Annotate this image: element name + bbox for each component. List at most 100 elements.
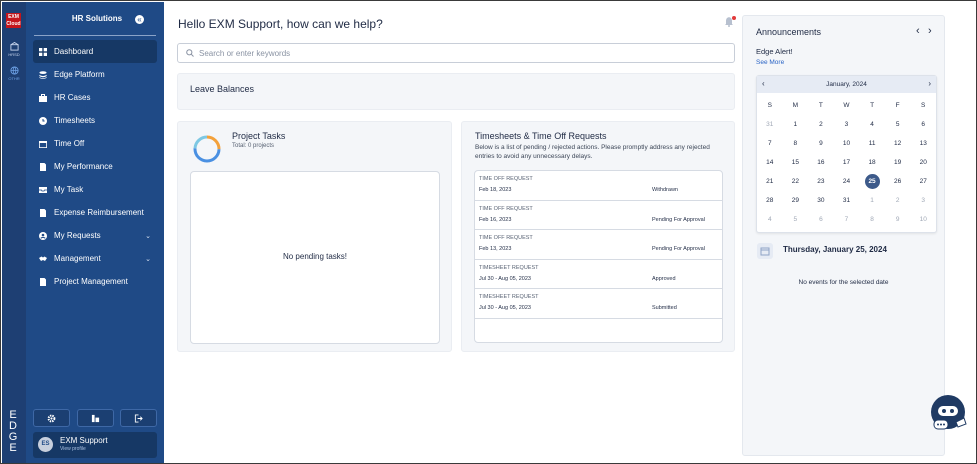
chevron-down-icon[interactable]: ⌄	[145, 255, 151, 263]
calendar-day[interactable]: 31	[757, 115, 783, 134]
weekday-header: M	[792, 102, 799, 109]
calendar-day[interactable]: 7	[757, 134, 783, 153]
collapse-sidebar-button[interactable]: «	[134, 14, 145, 25]
view-profile-link[interactable]: View profile	[60, 446, 86, 452]
chevron-right-icon[interactable]: ›	[928, 25, 932, 37]
sidebar-item-time-off[interactable]: Time Off	[33, 132, 157, 155]
sidebar-item-my-performance[interactable]: My Performance	[33, 155, 157, 178]
sidebar-item-hr-cases[interactable]: HR Cases	[33, 86, 157, 109]
org-chart-button[interactable]	[76, 409, 114, 427]
calendar-day[interactable]: 10	[910, 210, 936, 229]
calendar-day[interactable]: 24	[834, 172, 860, 191]
document-icon	[40, 162, 46, 171]
weekday-header: W	[843, 102, 850, 109]
calendar-day[interactable]: 12	[885, 134, 911, 153]
search-input[interactable]	[199, 46, 719, 60]
day-number: 1	[793, 121, 798, 128]
weekday-header: F	[895, 102, 900, 109]
sidebar-item-management[interactable]: Management ⌄	[33, 247, 157, 270]
calendar-day[interactable]: 20	[910, 153, 936, 172]
sidebar-item-expense-reimbursement[interactable]: Expense Reimbursement	[33, 201, 157, 224]
user-profile[interactable]: ES EXM Support View profile	[33, 432, 157, 458]
day-number: 23	[817, 178, 825, 185]
logout-button[interactable]	[120, 409, 157, 427]
sidebar-item-edge-platform[interactable]: Edge Platform	[33, 63, 157, 86]
request-date: Jul 30 - Aug 05, 2023	[479, 275, 531, 282]
chevron-down-icon[interactable]: ⌄	[145, 232, 151, 240]
request-date: Feb 13, 2023	[479, 246, 512, 252]
rail-item-hrsd[interactable]: HRSD	[2, 42, 26, 57]
list-item[interactable]: TIME OFF REQUEST Feb 16, 2023 Pending Fo…	[475, 201, 722, 230]
calendar-day[interactable]: 2	[885, 191, 911, 210]
calendar-day-selected[interactable]: 25	[859, 172, 885, 191]
calendar-day[interactable]: 27	[910, 172, 936, 191]
see-more-link[interactable]: See More	[756, 59, 784, 66]
globe-icon	[9, 66, 19, 75]
day-number: 17	[842, 159, 851, 166]
list-item[interactable]: TIME OFF REQUEST Feb 13, 2023 Pending Fo…	[475, 230, 722, 260]
announcement-headline: Edge Alert!	[756, 47, 793, 56]
chevron-left-icon[interactable]: ‹	[916, 25, 920, 37]
calendar-day[interactable]: 3	[910, 191, 936, 210]
calendar-day[interactable]: 19	[885, 153, 911, 172]
day-number: 21	[766, 178, 774, 185]
sidebar-item-label: My Requests	[54, 231, 101, 240]
sidebar-item-dashboard[interactable]: Dashboard	[33, 40, 157, 63]
calendar-icon	[39, 140, 47, 148]
calendar-day[interactable]: 2	[808, 115, 834, 134]
calendar-day[interactable]: 29	[783, 191, 809, 210]
calendar-day[interactable]: 18	[859, 153, 885, 172]
chatbot-icon[interactable]	[930, 394, 968, 434]
no-events-message: No events for the selected date	[798, 279, 889, 286]
settings-button[interactable]	[33, 409, 70, 427]
calendar-day[interactable]: 28	[757, 191, 783, 210]
calendar-day[interactable]: 6	[808, 210, 834, 229]
calendar-day[interactable]: 23	[808, 172, 834, 191]
calendar-day[interactable]: 15	[783, 153, 809, 172]
rail-item-othr[interactable]: OTHR	[2, 66, 26, 81]
day-number: 14	[766, 159, 774, 166]
calendar-day[interactable]: 3	[834, 115, 860, 134]
calendar-day[interactable]: 9	[885, 210, 911, 229]
calendar-day[interactable]: 1	[783, 115, 809, 134]
sidebar-item-my-task[interactable]: My Task	[33, 178, 157, 201]
list-item[interactable]: TIMESHEET REQUEST Jul 30 - Aug 05, 2023 …	[475, 289, 722, 319]
calendar-day[interactable]: 30	[808, 191, 834, 210]
logo-text: EXM	[8, 14, 19, 20]
calendar-day[interactable]: 22	[783, 172, 809, 191]
calendar-day[interactable]: 14	[757, 153, 783, 172]
calendar-day[interactable]: 5	[783, 210, 809, 229]
calendar-day[interactable]: 17	[834, 153, 860, 172]
sidebar-item-label: Project Management	[54, 277, 128, 286]
calendar-day[interactable]: 6	[910, 115, 936, 134]
calendar-day[interactable]: 10	[834, 134, 860, 153]
calendar-day[interactable]: 1	[859, 191, 885, 210]
calendar-day[interactable]: 13	[910, 134, 936, 153]
sidebar-nav: Dashboard Edge Platform HR Cases Timeshe…	[33, 40, 157, 293]
sidebar-item-project-management[interactable]: Project Management	[33, 270, 157, 293]
calendar-day[interactable]: 5	[885, 115, 911, 134]
logout-icon	[134, 413, 143, 423]
calendar-day[interactable]: 21	[757, 172, 783, 191]
calendar-day[interactable]: 4	[859, 115, 885, 134]
exm-logo[interactable]: EXM Cloud	[6, 13, 21, 28]
next-month-icon[interactable]: ›	[928, 79, 931, 88]
calendar-day[interactable]: 26	[885, 172, 911, 191]
day-number: 11	[868, 140, 876, 147]
sidebar-item-my-requests[interactable]: My Requests ⌄	[33, 224, 157, 247]
list-item[interactable]: TIMESHEET REQUEST Jul 30 - Aug 05, 2023 …	[475, 260, 722, 289]
leave-balances-card[interactable]: Leave Balances	[177, 73, 735, 110]
calendar-day[interactable]: 16	[808, 153, 834, 172]
calendar-day[interactable]: 8	[859, 210, 885, 229]
calendar-day[interactable]: 11	[859, 134, 885, 153]
calendar-day[interactable]: 31	[834, 191, 860, 210]
sidebar-item-timesheets[interactable]: Timesheets	[33, 109, 157, 132]
calendar-day[interactable]: 9	[808, 134, 834, 153]
day-number: 1	[870, 197, 874, 204]
calendar-day[interactable]: 8	[783, 134, 809, 153]
project-tasks-title: Project Tasks	[232, 131, 286, 141]
calendar-day[interactable]: 4	[757, 210, 783, 229]
request-type: TIME OFF REQUEST	[479, 235, 533, 241]
list-item[interactable]: TIME OFF REQUEST Feb 18, 2023 Withdrawn	[475, 171, 722, 201]
calendar-day[interactable]: 7	[834, 210, 860, 229]
